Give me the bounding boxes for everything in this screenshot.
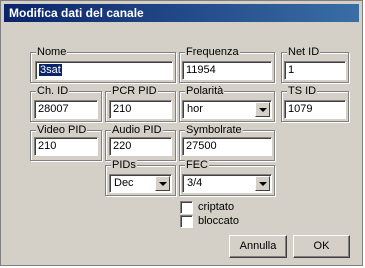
dialog-window: Modifica dati del canale Nome 3sat Frequ… xyxy=(0,0,363,266)
video-pid-field[interactable]: 210 xyxy=(34,137,98,156)
polarita-select[interactable]: hor xyxy=(182,100,272,119)
fec-select[interactable]: 3/4 xyxy=(182,174,272,193)
chevron-down-icon[interactable] xyxy=(155,176,170,191)
ts-id-field[interactable]: 1079 xyxy=(284,100,346,119)
bloccato-checkbox[interactable]: bloccato xyxy=(180,215,260,228)
ts-id-label: TS ID xyxy=(287,84,318,98)
frequenza-label: Frequenza xyxy=(185,45,240,59)
polarita-label: Polarità xyxy=(185,84,225,98)
net-id-field[interactable]: 1 xyxy=(284,61,346,80)
chevron-down-icon[interactable] xyxy=(255,102,270,117)
nome-value: 3sat xyxy=(39,64,62,76)
pids-label: PIDs xyxy=(111,158,137,172)
annulla-button[interactable]: Annulla xyxy=(229,235,287,258)
video-pid-label: Video PID xyxy=(36,123,88,137)
audio-pid-field[interactable]: 220 xyxy=(109,137,172,156)
pcr-pid-label: PCR PID xyxy=(111,84,158,98)
pids-select[interactable]: Dec xyxy=(109,174,172,193)
window-title: Modifica dati del canale xyxy=(4,4,359,22)
pcr-pid-field[interactable]: 210 xyxy=(109,100,172,119)
checkbox-box[interactable] xyxy=(180,215,193,228)
fec-value: 3/4 xyxy=(187,177,203,189)
bloccato-label: bloccato xyxy=(198,215,239,227)
checkbox-box[interactable] xyxy=(180,201,193,214)
symbolrate-field[interactable]: 27500 xyxy=(182,137,272,156)
nome-field[interactable]: 3sat xyxy=(35,61,173,80)
frequenza-field[interactable]: 11954 xyxy=(182,61,272,80)
nome-label: Nome xyxy=(36,45,68,59)
criptato-label: criptato xyxy=(198,201,235,213)
polarita-value: hor xyxy=(187,103,203,115)
chevron-down-icon[interactable] xyxy=(255,176,270,191)
ok-button[interactable]: OK xyxy=(293,235,350,258)
net-id-label: Net ID xyxy=(287,45,321,59)
fec-label: FEC xyxy=(185,158,209,172)
ch-id-label: Ch. ID xyxy=(36,84,70,98)
symbolrate-label: Symbolrate xyxy=(185,123,243,137)
ch-id-field[interactable]: 28007 xyxy=(34,100,98,119)
audio-pid-label: Audio PID xyxy=(111,123,163,137)
pids-value: Dec xyxy=(114,177,134,189)
criptato-checkbox[interactable]: criptato xyxy=(180,201,260,214)
